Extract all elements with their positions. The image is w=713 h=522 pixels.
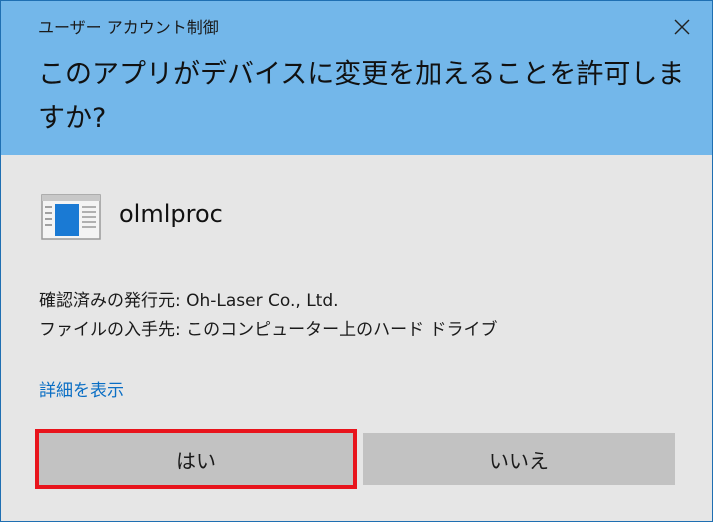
application-window-icon [41,194,101,240]
publisher-info: 確認済みの発行元: Oh-Laser Co., Ltd. [39,291,339,311]
file-origin-info: ファイルの入手先: このコンピューター上のハード ドライブ [39,320,498,340]
permission-question: このアプリがデバイスに変更を加えることを許可しますか? [38,59,685,134]
no-button[interactable]: いいえ [363,433,675,485]
app-name: olmlproc [119,200,223,228]
yes-button[interactable]: はい [39,433,353,485]
window-title: ユーザー アカウント制御 [38,18,219,37]
close-button[interactable] [662,9,702,45]
dialog-header: ユーザー アカウント制御 このアプリがデバイスに変更を加えることを許可しますか? [1,1,712,155]
show-details-link[interactable]: 詳細を表示 [39,376,124,401]
uac-dialog: ユーザー アカウント制御 このアプリがデバイスに変更を加えることを許可しますか?… [0,0,713,522]
close-icon [674,19,690,35]
